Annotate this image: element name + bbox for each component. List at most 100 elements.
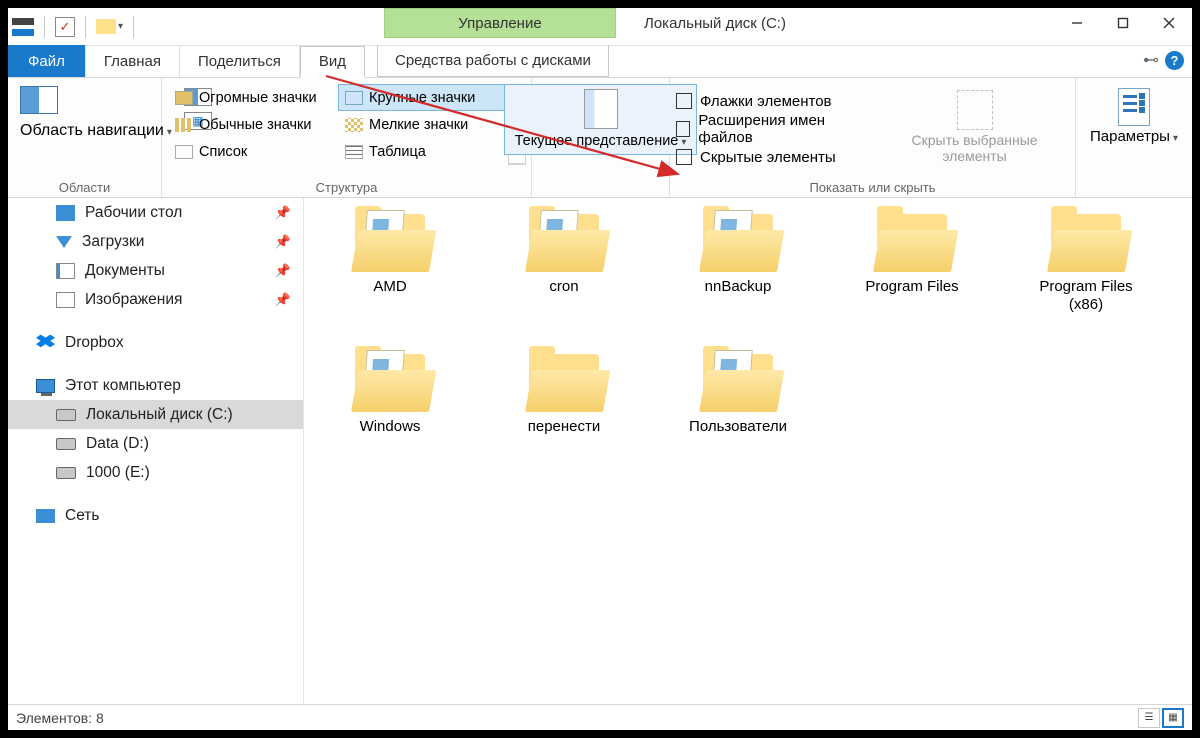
separator [44, 16, 45, 38]
drive-icon [56, 467, 76, 479]
folder-icon [699, 348, 777, 412]
item-check-boxes-checkbox[interactable]: Флажки элементов [676, 88, 862, 114]
dropbox-icon [36, 335, 55, 351]
file-name-extensions-checkbox[interactable]: Расширения имен файлов [676, 116, 862, 142]
drive-icon [56, 438, 76, 450]
desktop-icon [56, 205, 75, 221]
folder-item[interactable]: Program Files (x86) [1030, 208, 1142, 314]
layout-large-icons[interactable]: Крупные значки [338, 84, 508, 111]
status-bar: Элементов: 8 ☰ ▦ [8, 704, 1192, 730]
folder-item[interactable]: Windows [334, 348, 446, 436]
tab-file[interactable]: Файл [8, 45, 86, 77]
current-view-label: Текущее представление [515, 133, 687, 150]
navigation-pane-button[interactable]: Область навигации [14, 82, 178, 178]
qa-properties-icon[interactable]: ✓ [55, 17, 75, 37]
checkbox-icon [676, 93, 692, 109]
help-button[interactable]: ? [1165, 51, 1184, 70]
ribbon-tabs: Файл Главная Поделиться Вид Средства раб… [8, 46, 1192, 78]
checkbox-icon [676, 121, 690, 137]
nav-drive-d[interactable]: Data (D:) [8, 429, 303, 458]
window-controls [1054, 8, 1192, 38]
quick-access-toolbar: ✓ ▾ [8, 16, 138, 38]
folder-icon [525, 348, 603, 412]
ribbon-view: Область навигации ▦ Области Огромные зна… [8, 78, 1192, 198]
explorer-window: ✓ ▾ Управление Локальный диск (C:) Файл … [8, 8, 1192, 730]
folder-icon [351, 208, 429, 272]
pictures-icon [56, 292, 75, 308]
nav-downloads[interactable]: Загрузки📌 [8, 227, 303, 256]
nav-pictures[interactable]: Изображения📌 [8, 285, 303, 314]
options-icon [1118, 88, 1150, 126]
current-view-button[interactable]: Текущее представление [504, 84, 698, 155]
folder-icon [699, 208, 777, 272]
hide-selected-label: Скрыть выбранные элементы [888, 132, 1061, 164]
window-title: Локальный диск (C:) [644, 15, 786, 32]
layout-extra-large-icons[interactable]: Огромные значки [168, 84, 338, 111]
layout-details[interactable]: Таблица [338, 138, 508, 165]
folder-item[interactable]: cron [508, 208, 620, 314]
ribbon-group-layout-label: Структура [168, 178, 525, 197]
folder-icon [525, 208, 603, 272]
pin-icon: 📌 [275, 263, 291, 279]
hide-selected-button[interactable]: Скрыть выбранные элементы [880, 86, 1069, 178]
drive-icon [56, 409, 76, 421]
options-label: Параметры [1090, 128, 1178, 145]
view-details-button[interactable]: ☰ [1138, 708, 1160, 728]
folder-icon [1047, 208, 1125, 272]
downloads-icon [56, 236, 72, 248]
nav-dropbox[interactable]: Dropbox [8, 328, 303, 357]
nav-network[interactable]: Сеть [8, 501, 303, 530]
folder-icon [873, 208, 951, 272]
separator [85, 16, 86, 38]
pin-icon: 📌 [275, 205, 291, 221]
pin-icon: 📌 [275, 292, 291, 308]
layout-gallery[interactable]: Огромные значки Крупные значки ▲▼▾ Обычн… [168, 84, 526, 165]
options-button[interactable]: Параметры [1082, 84, 1186, 149]
pin-icon: 📌 [275, 234, 291, 250]
pc-icon [36, 379, 55, 393]
nav-drive-e[interactable]: 1000 (E:) [8, 458, 303, 487]
qa-folder-icon[interactable] [96, 19, 116, 34]
folder-item[interactable]: Program Files [856, 208, 968, 314]
navigation-tree[interactable]: Рабочии стол📌 Загрузки📌 Документы📌 Изобр… [8, 198, 304, 704]
qa-menu-dropdown[interactable]: ▾ [118, 21, 123, 32]
hide-selected-icon [957, 90, 993, 130]
maximize-button[interactable] [1100, 8, 1146, 38]
minimize-button[interactable] [1054, 8, 1100, 38]
tab-drive-tools[interactable]: Средства работы с дисками [377, 45, 609, 77]
navigation-pane-icon [20, 86, 58, 114]
title-bar: ✓ ▾ Управление Локальный диск (C:) [8, 8, 1192, 46]
nav-documents[interactable]: Документы📌 [8, 256, 303, 285]
folder-item[interactable]: nnBackup [682, 208, 794, 314]
separator [133, 16, 134, 38]
nav-desktop[interactable]: Рабочии стол📌 [8, 198, 303, 227]
tab-home[interactable]: Главная [86, 45, 180, 77]
current-view-icon [584, 89, 618, 129]
navigation-pane-label: Область навигации [20, 122, 172, 140]
nav-drive-c[interactable]: Локальный диск (C:) [8, 400, 303, 429]
minimize-ribbon-icon[interactable]: ⊷ [1143, 50, 1159, 70]
content-area: Рабочии стол📌 Загрузки📌 Документы📌 Изобр… [8, 198, 1192, 704]
hidden-items-checkbox[interactable]: Скрытые элементы [676, 144, 862, 170]
layout-small-icons[interactable]: Мелкие значки [338, 111, 508, 138]
ribbon-group-showhide-label: Показать или скрыть [676, 178, 1069, 197]
documents-icon [56, 263, 75, 279]
folder-item[interactable]: AMD [334, 208, 446, 314]
close-button[interactable] [1146, 8, 1192, 38]
layout-medium-icons[interactable]: Обычные значки [168, 111, 338, 138]
network-icon [36, 509, 55, 523]
checkbox-icon [676, 149, 692, 165]
tab-view[interactable]: Вид [300, 46, 365, 78]
app-icon [12, 18, 34, 36]
folder-item[interactable]: перенести [508, 348, 620, 436]
ribbon-group-panes-label: Области [14, 178, 155, 197]
folder-icon [351, 348, 429, 412]
file-list[interactable]: AMD cron nnBackup Program Files Program … [304, 198, 1192, 704]
item-count-label: Элементов: 8 [16, 710, 104, 726]
tab-share[interactable]: Поделиться [180, 45, 300, 77]
context-tab-header: Управление [384, 8, 616, 38]
layout-list[interactable]: Список [168, 138, 338, 165]
nav-this-pc[interactable]: Этот компьютер [8, 371, 303, 400]
folder-item[interactable]: Пользователи [682, 348, 794, 436]
view-large-icons-button[interactable]: ▦ [1162, 708, 1184, 728]
